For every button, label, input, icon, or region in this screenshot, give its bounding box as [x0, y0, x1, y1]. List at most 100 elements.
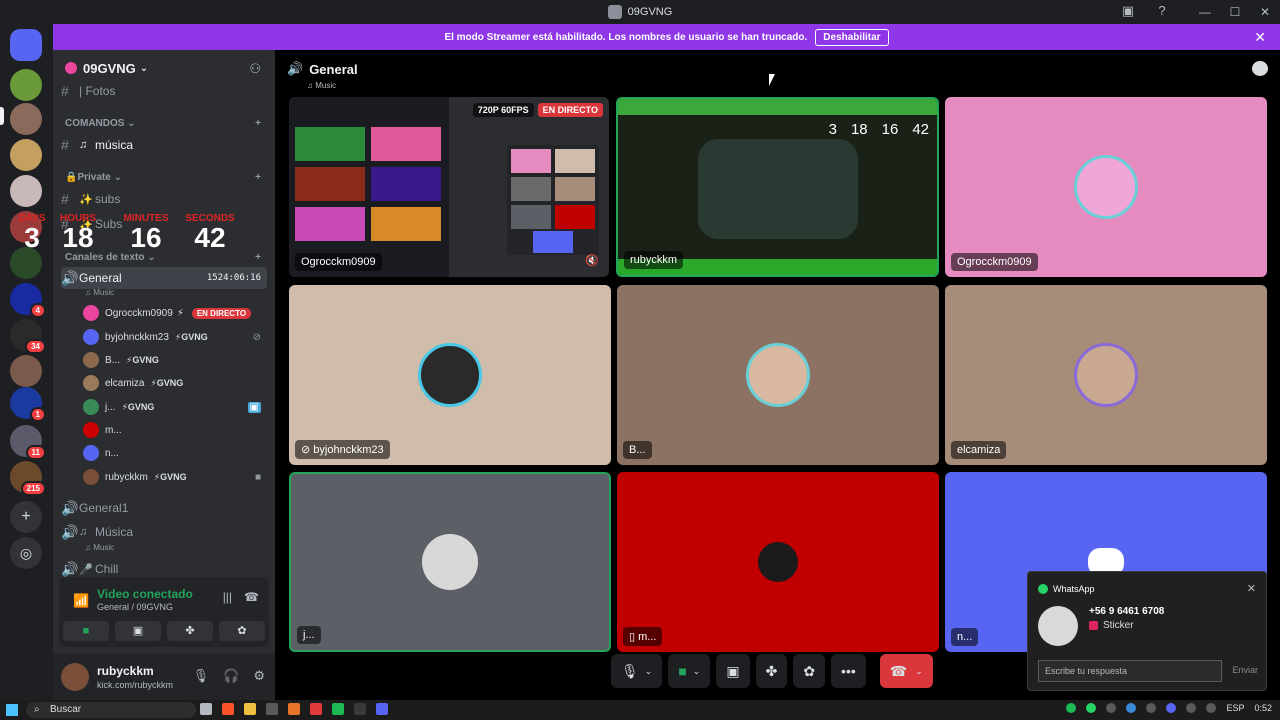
- whatsapp-tray-icon[interactable]: [1086, 703, 1097, 713]
- voice-user[interactable]: m...: [83, 419, 267, 441]
- app-icon[interactable]: [310, 703, 322, 715]
- server-icon[interactable]: 215: [10, 461, 46, 496]
- activities-button[interactable]: ✤: [755, 654, 788, 688]
- voice-channel-general[interactable]: 🔊 General 1524:06:16: [61, 267, 267, 289]
- category-private[interactable]: 🔒Private ⌄ +: [65, 172, 261, 183]
- avatar: [83, 469, 99, 485]
- call-controls: 🎙 ⌄ ■ ⌄ ▣ ✤ ✿ ••• ☎ ⌄: [611, 653, 933, 689]
- participant-tile[interactable]: ⊘ byjohnckkm23: [289, 285, 611, 465]
- category-comandos[interactable]: COMANDOS ⌄ +: [65, 118, 261, 129]
- invite-icon[interactable]: ⚇: [249, 61, 261, 77]
- camera-button[interactable]: ■: [63, 621, 109, 641]
- close-icon[interactable]: ✕: [1254, 29, 1266, 46]
- soundboard-button[interactable]: ✿: [793, 654, 826, 688]
- server-icon[interactable]: 34: [10, 319, 46, 354]
- voice-user[interactable]: j... ⚡GVNG ▣: [83, 396, 267, 418]
- stream-tile[interactable]: 720P 60FPS EN DIRECTO Ogrocckm0909 🔇: [289, 97, 609, 277]
- add-channel-icon[interactable]: +: [255, 252, 261, 263]
- participant-tile[interactable]: j...: [289, 472, 611, 652]
- voice-user[interactable]: byjohnckkm23 ⚡GVNG ⊘: [83, 326, 267, 348]
- voice-user[interactable]: B... ⚡GVNG: [83, 349, 267, 371]
- taskbar-search[interactable]: ⌕ Buscar: [26, 702, 196, 718]
- user-name: m...: [105, 424, 122, 436]
- spotify-tray-icon[interactable]: [1066, 703, 1077, 713]
- close-window-button[interactable]: ✕: [1250, 5, 1280, 19]
- channel-musica[interactable]: # ♫ música: [61, 134, 267, 156]
- voice-user[interactable]: rubyckkm ⚡GVNG ■: [83, 466, 267, 488]
- signal-icon[interactable]: 📶: [73, 593, 89, 609]
- activities-button[interactable]: ✤: [167, 621, 213, 641]
- reply-input[interactable]: Escribe tu respuesta: [1038, 660, 1222, 682]
- settings-gear-icon[interactable]: ⚙: [253, 668, 265, 684]
- language-indicator[interactable]: ESP: [1226, 703, 1244, 713]
- channel-fotos[interactable]: # | Fotos: [61, 80, 267, 102]
- app-icon[interactable]: [354, 703, 366, 715]
- disconnect-button[interactable]: ☎ ⌄: [879, 654, 933, 688]
- clock[interactable]: 0:52: [1254, 703, 1272, 713]
- add-channel-icon[interactable]: +: [255, 118, 261, 129]
- add-server-icon[interactable]: +: [10, 501, 42, 533]
- video-tile[interactable]: 3 18 16 42 rubyckkm: [616, 97, 939, 277]
- chat-bubble-icon[interactable]: [1252, 61, 1268, 76]
- help-icon[interactable]: ?: [1154, 3, 1170, 19]
- disconnect-icon[interactable]: ☎: [244, 590, 259, 604]
- voice-user[interactable]: elcamiza ⚡GVNG: [83, 372, 267, 394]
- screen-share-button[interactable]: ▣: [115, 621, 161, 641]
- voice-location[interactable]: General / 09GVNG: [97, 602, 173, 612]
- participant-tile[interactable]: elcamiza: [945, 285, 1267, 465]
- bluetooth-icon[interactable]: [1126, 703, 1137, 713]
- server-icon[interactable]: [10, 69, 42, 101]
- server-icon[interactable]: [10, 103, 42, 135]
- soundboard-button[interactable]: ✿: [219, 621, 265, 641]
- participant-tile[interactable]: Ogrocckm0909: [945, 97, 1267, 277]
- folder-icon[interactable]: [244, 703, 256, 715]
- microphone-icon[interactable]: 🎙: [193, 668, 210, 684]
- discord-icon[interactable]: [376, 703, 388, 715]
- tray-icon[interactable]: [1106, 703, 1117, 713]
- app-icon[interactable]: [288, 703, 300, 715]
- toast-sender: +56 9 6461 6708: [1089, 606, 1165, 617]
- settings-icon[interactable]: [266, 703, 278, 715]
- microphone-button[interactable]: 🎙 ⌄: [611, 654, 663, 688]
- voice-user[interactable]: n...: [83, 442, 267, 464]
- more-options-button[interactable]: •••: [831, 654, 866, 688]
- server-icon[interactable]: [10, 175, 42, 207]
- avatar[interactable]: [61, 663, 89, 691]
- camera-icon: ■: [254, 471, 261, 483]
- tile-label: n...: [951, 628, 979, 646]
- notification-toast[interactable]: WhatsApp ✕ +56 9 6461 6708 Sticker Escri…: [1027, 571, 1267, 691]
- send-button[interactable]: Enviar: [1232, 665, 1258, 675]
- close-icon[interactable]: ✕: [1247, 582, 1256, 595]
- participant-tile[interactable]: B...: [617, 285, 939, 465]
- voice-channel-musica[interactable]: 🔊 ♫ Música: [61, 521, 267, 543]
- explore-icon[interactable]: ◎: [10, 537, 42, 569]
- screen-share-icon[interactable]: ▣: [1120, 3, 1136, 19]
- mute-stream-icon[interactable]: 🔇: [585, 254, 599, 267]
- disable-streamer-mode-button[interactable]: Deshabilitar: [815, 28, 889, 46]
- discord-tray-icon[interactable]: [1166, 703, 1177, 713]
- minimize-button[interactable]: —: [1190, 5, 1220, 19]
- channel-subs[interactable]: # ✨ subs: [61, 188, 267, 210]
- voice-channel-general1[interactable]: 🔊 General 1: [61, 497, 267, 519]
- discord-home-icon[interactable]: [10, 29, 42, 61]
- camera-button[interactable]: ■ ⌄: [668, 654, 711, 688]
- tray-icon[interactable]: [1146, 703, 1157, 713]
- network-icon[interactable]: [1186, 703, 1197, 713]
- server-icon[interactable]: 4: [10, 283, 46, 318]
- start-icon[interactable]: [6, 704, 18, 716]
- add-channel-icon[interactable]: +: [255, 172, 261, 183]
- noise-suppression-icon[interactable]: |||: [223, 590, 232, 604]
- headphones-icon[interactable]: 🎧: [223, 668, 239, 684]
- server-icon[interactable]: 1: [10, 387, 46, 422]
- task-view-icon[interactable]: [200, 703, 212, 715]
- screen-share-button[interactable]: ▣: [716, 654, 750, 688]
- server-icon[interactable]: [10, 139, 42, 171]
- server-icon[interactable]: 11: [10, 425, 46, 460]
- voice-user[interactable]: Ogrocckm0909 ⚡ EN DIRECTO: [83, 302, 267, 324]
- maximize-button[interactable]: ☐: [1220, 5, 1250, 19]
- participant-tile[interactable]: ▯ m...: [617, 472, 939, 652]
- spotify-icon[interactable]: [332, 703, 344, 715]
- brave-icon[interactable]: [222, 703, 234, 715]
- volume-icon[interactable]: [1206, 703, 1217, 713]
- server-icon[interactable]: [10, 355, 42, 387]
